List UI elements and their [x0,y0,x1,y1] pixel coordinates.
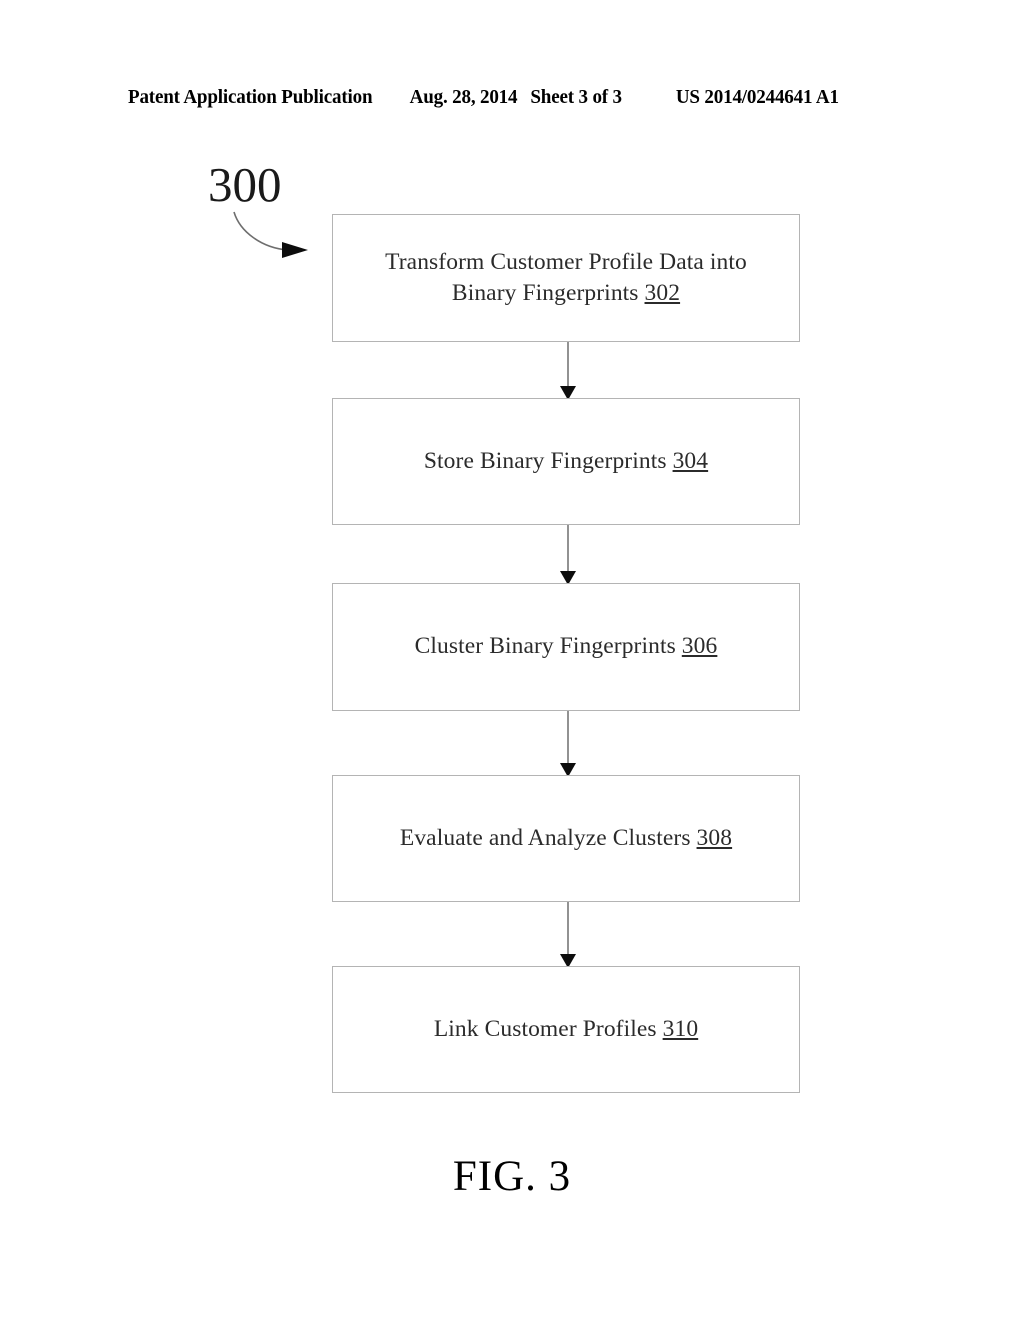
flow-box-306: Cluster Binary Fingerprints 306 [332,583,800,711]
connector-308-to-310 [560,902,576,968]
flow-box-306-text: Cluster Binary Fingerprints 306 [389,631,744,662]
flow-box-306-label: Cluster Binary Fingerprints [414,633,682,660]
flow-box-304-ref: 304 [672,447,709,474]
flow-box-308-text: Evaluate and Analyze Clusters 308 [374,823,758,854]
flow-box-302-ref: 302 [644,280,681,306]
lead-line-300-to-302 [233,211,308,258]
flow-box-308-ref: 308 [696,824,733,851]
flow-box-308: Evaluate and Analyze Clusters 308 [332,775,800,902]
flow-box-310-ref: 310 [662,1015,699,1042]
flow-box-302: Transform Customer Profile Data into Bin… [332,214,800,342]
flow-box-302-text: Transform Customer Profile Data into Bin… [333,247,799,309]
connector-302-to-304 [560,342,576,400]
figure-reference-numeral-300: 300 [208,157,282,212]
flow-box-304-label: Store Binary Fingerprints [423,447,673,474]
flow-box-310-text: Link Customer Profiles 310 [408,1014,724,1045]
connector-306-to-308 [560,711,576,777]
flow-box-308-label: Evaluate and Analyze Clusters [399,824,697,851]
flow-box-310-label: Link Customer Profiles [433,1015,663,1042]
flow-box-302-label: Transform Customer Profile Data into Bin… [385,248,747,306]
patent-figure: 300 Transform Customer Profile Data into… [0,0,1024,1320]
connector-304-to-306 [560,525,576,585]
flow-box-310: Link Customer Profiles 310 [332,966,800,1093]
flow-box-304: Store Binary Fingerprints 304 [332,398,800,525]
flow-box-306-ref: 306 [681,633,718,660]
figure-caption: FIG. 3 [452,1153,572,1200]
flow-box-304-text: Store Binary Fingerprints 304 [398,446,734,477]
